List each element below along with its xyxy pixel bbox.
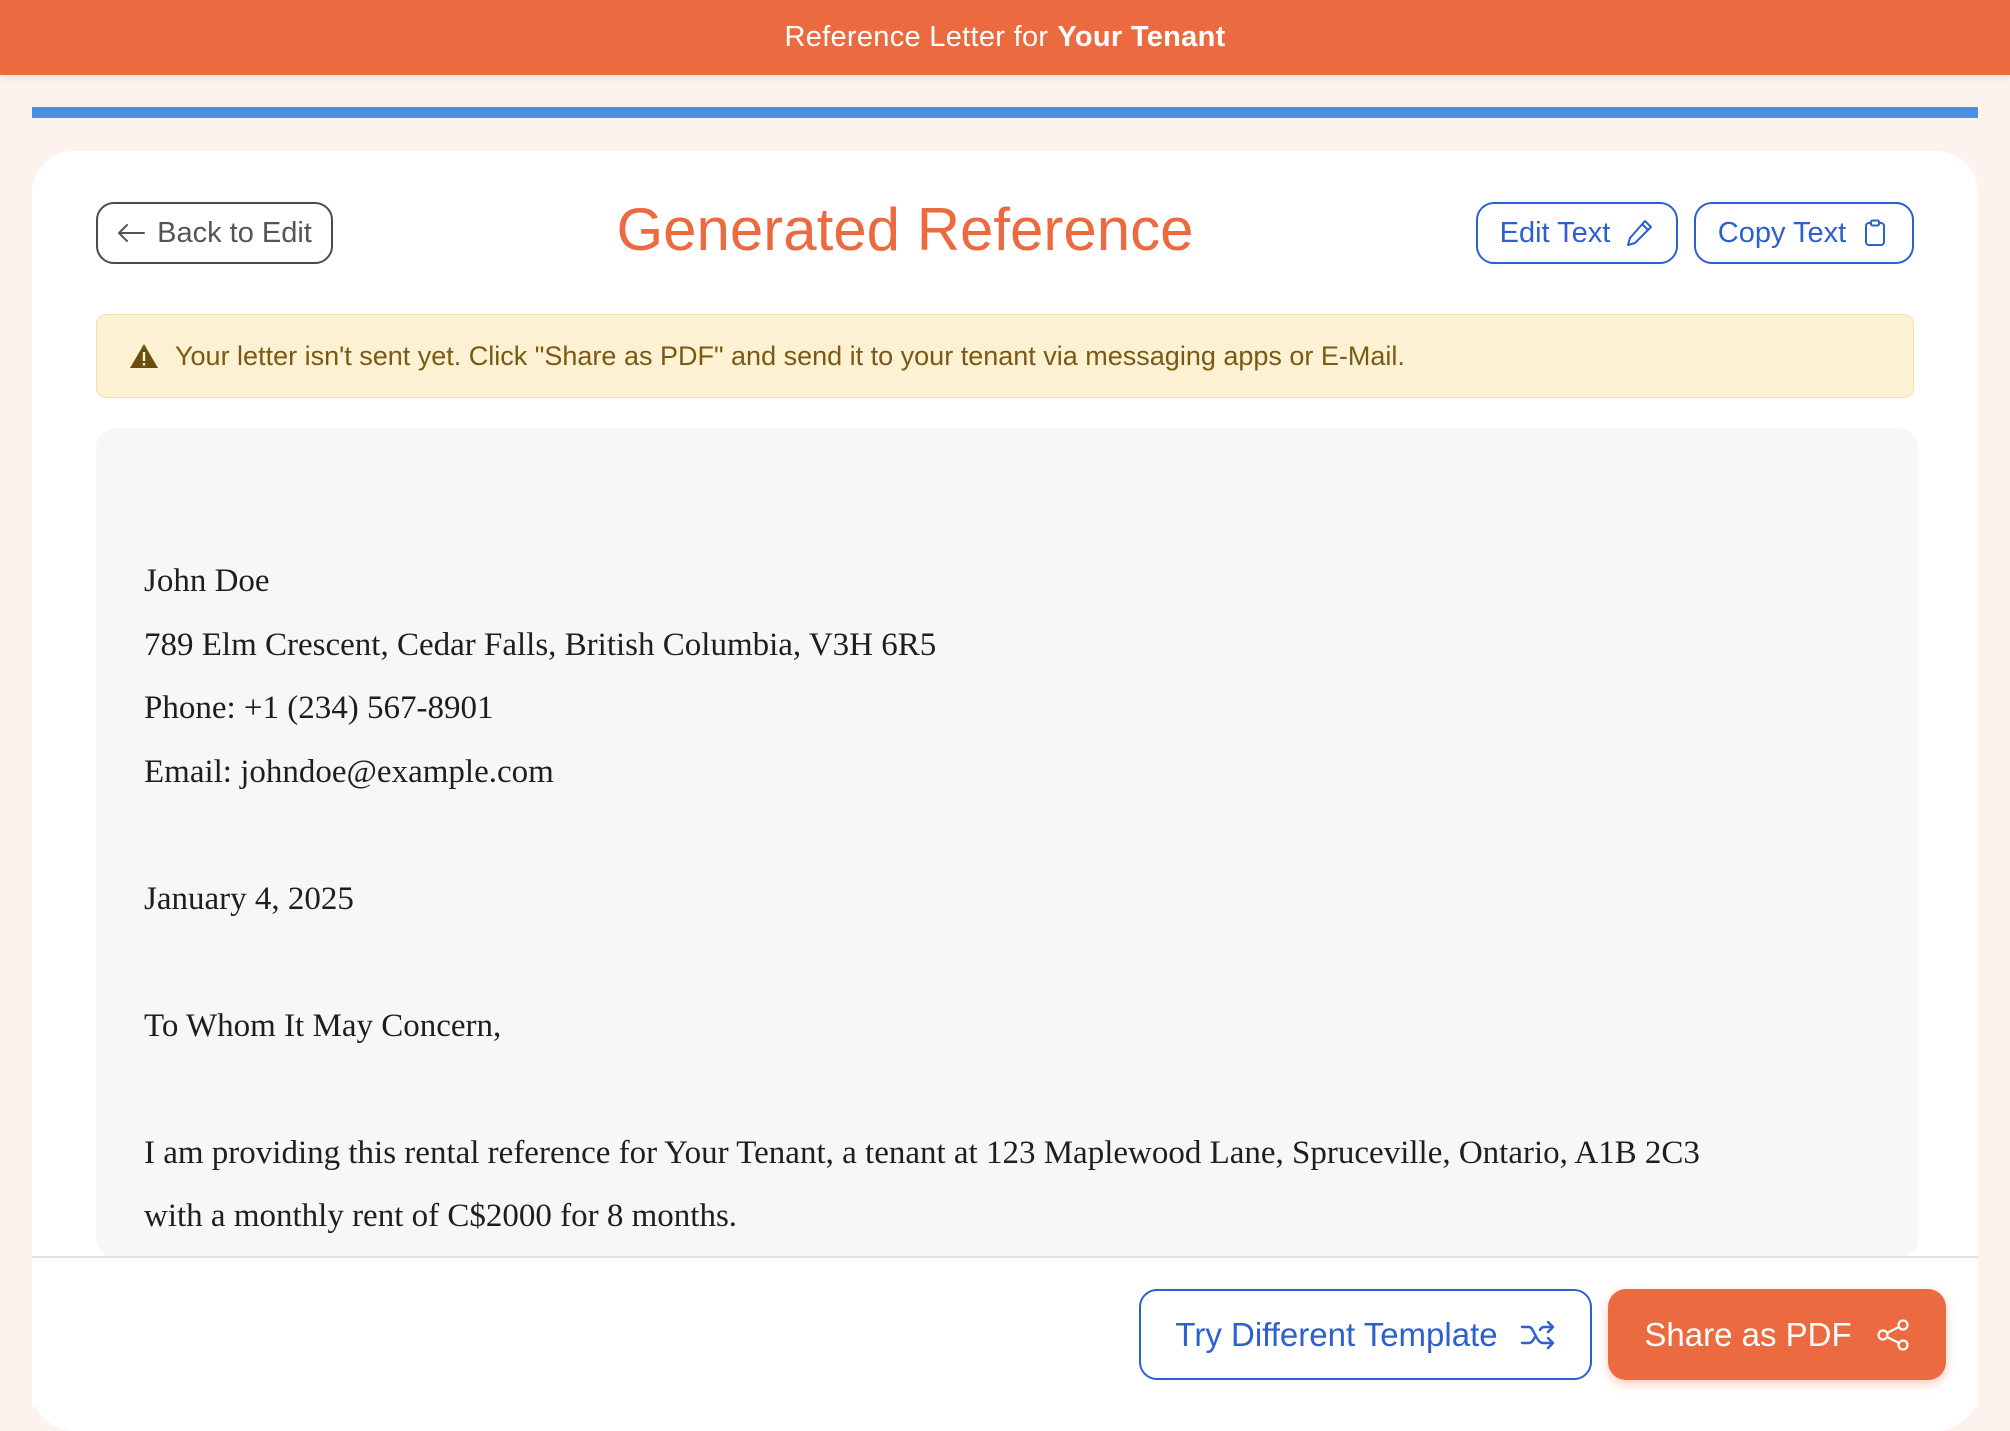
header-tenant-name: Your Tenant	[1057, 21, 1226, 53]
back-to-edit-button[interactable]: Back to Edit	[96, 202, 333, 264]
not-sent-warning: Your letter isn't sent yet. Click "Share…	[96, 314, 1914, 398]
progress-bar	[32, 107, 1978, 118]
shuffle-icon	[1520, 1320, 1554, 1349]
share-as-pdf-button[interactable]: Share as PDF	[1608, 1289, 1946, 1380]
arrow-left-icon	[118, 224, 146, 242]
share-as-pdf-label: Share as PDF	[1644, 1315, 1852, 1353]
clipboard-icon	[1865, 219, 1886, 246]
sender-name: John Doe	[144, 563, 270, 599]
letter-preview: John Doe 789 Elm Crescent, Cedar Falls, …	[96, 428, 1918, 1258]
edit-text-label: Edit Text	[1499, 216, 1611, 249]
back-to-edit-label: Back to Edit	[157, 216, 312, 249]
header-title-prefix: Reference Letter for	[784, 21, 1049, 53]
warning-message: Your letter isn't sent yet. Click "Share…	[175, 340, 1405, 371]
try-different-template-button[interactable]: Try Different Template	[1139, 1289, 1592, 1380]
copy-text-label: Copy Text	[1717, 216, 1847, 249]
page-title: Generated Reference	[616, 196, 1194, 263]
edit-text-button[interactable]: Edit Text	[1476, 202, 1678, 264]
body-line-1: I am providing this rental reference for…	[144, 1134, 1700, 1171]
sender-email: Email: johndoe@example.com	[144, 753, 554, 790]
copy-text-button[interactable]: Copy Text	[1694, 202, 1914, 264]
warning-icon	[130, 344, 158, 368]
sender-phone: Phone: +1 (234) 567-8901	[144, 690, 494, 726]
letter-date: January 4, 2025	[144, 880, 354, 917]
top-header: Reference Letter for Your Tenant	[0, 0, 2010, 75]
body-line-2: with a monthly rent of C$2000 for 8 mont…	[144, 1198, 738, 1234]
pencil-icon	[1627, 220, 1653, 246]
salutation: To Whom It May Concern,	[144, 1007, 502, 1044]
sender-address: 789 Elm Crescent, Cedar Falls, British C…	[144, 626, 937, 663]
share-icon	[1877, 1318, 1909, 1351]
try-different-template-label: Try Different Template	[1175, 1315, 1498, 1353]
